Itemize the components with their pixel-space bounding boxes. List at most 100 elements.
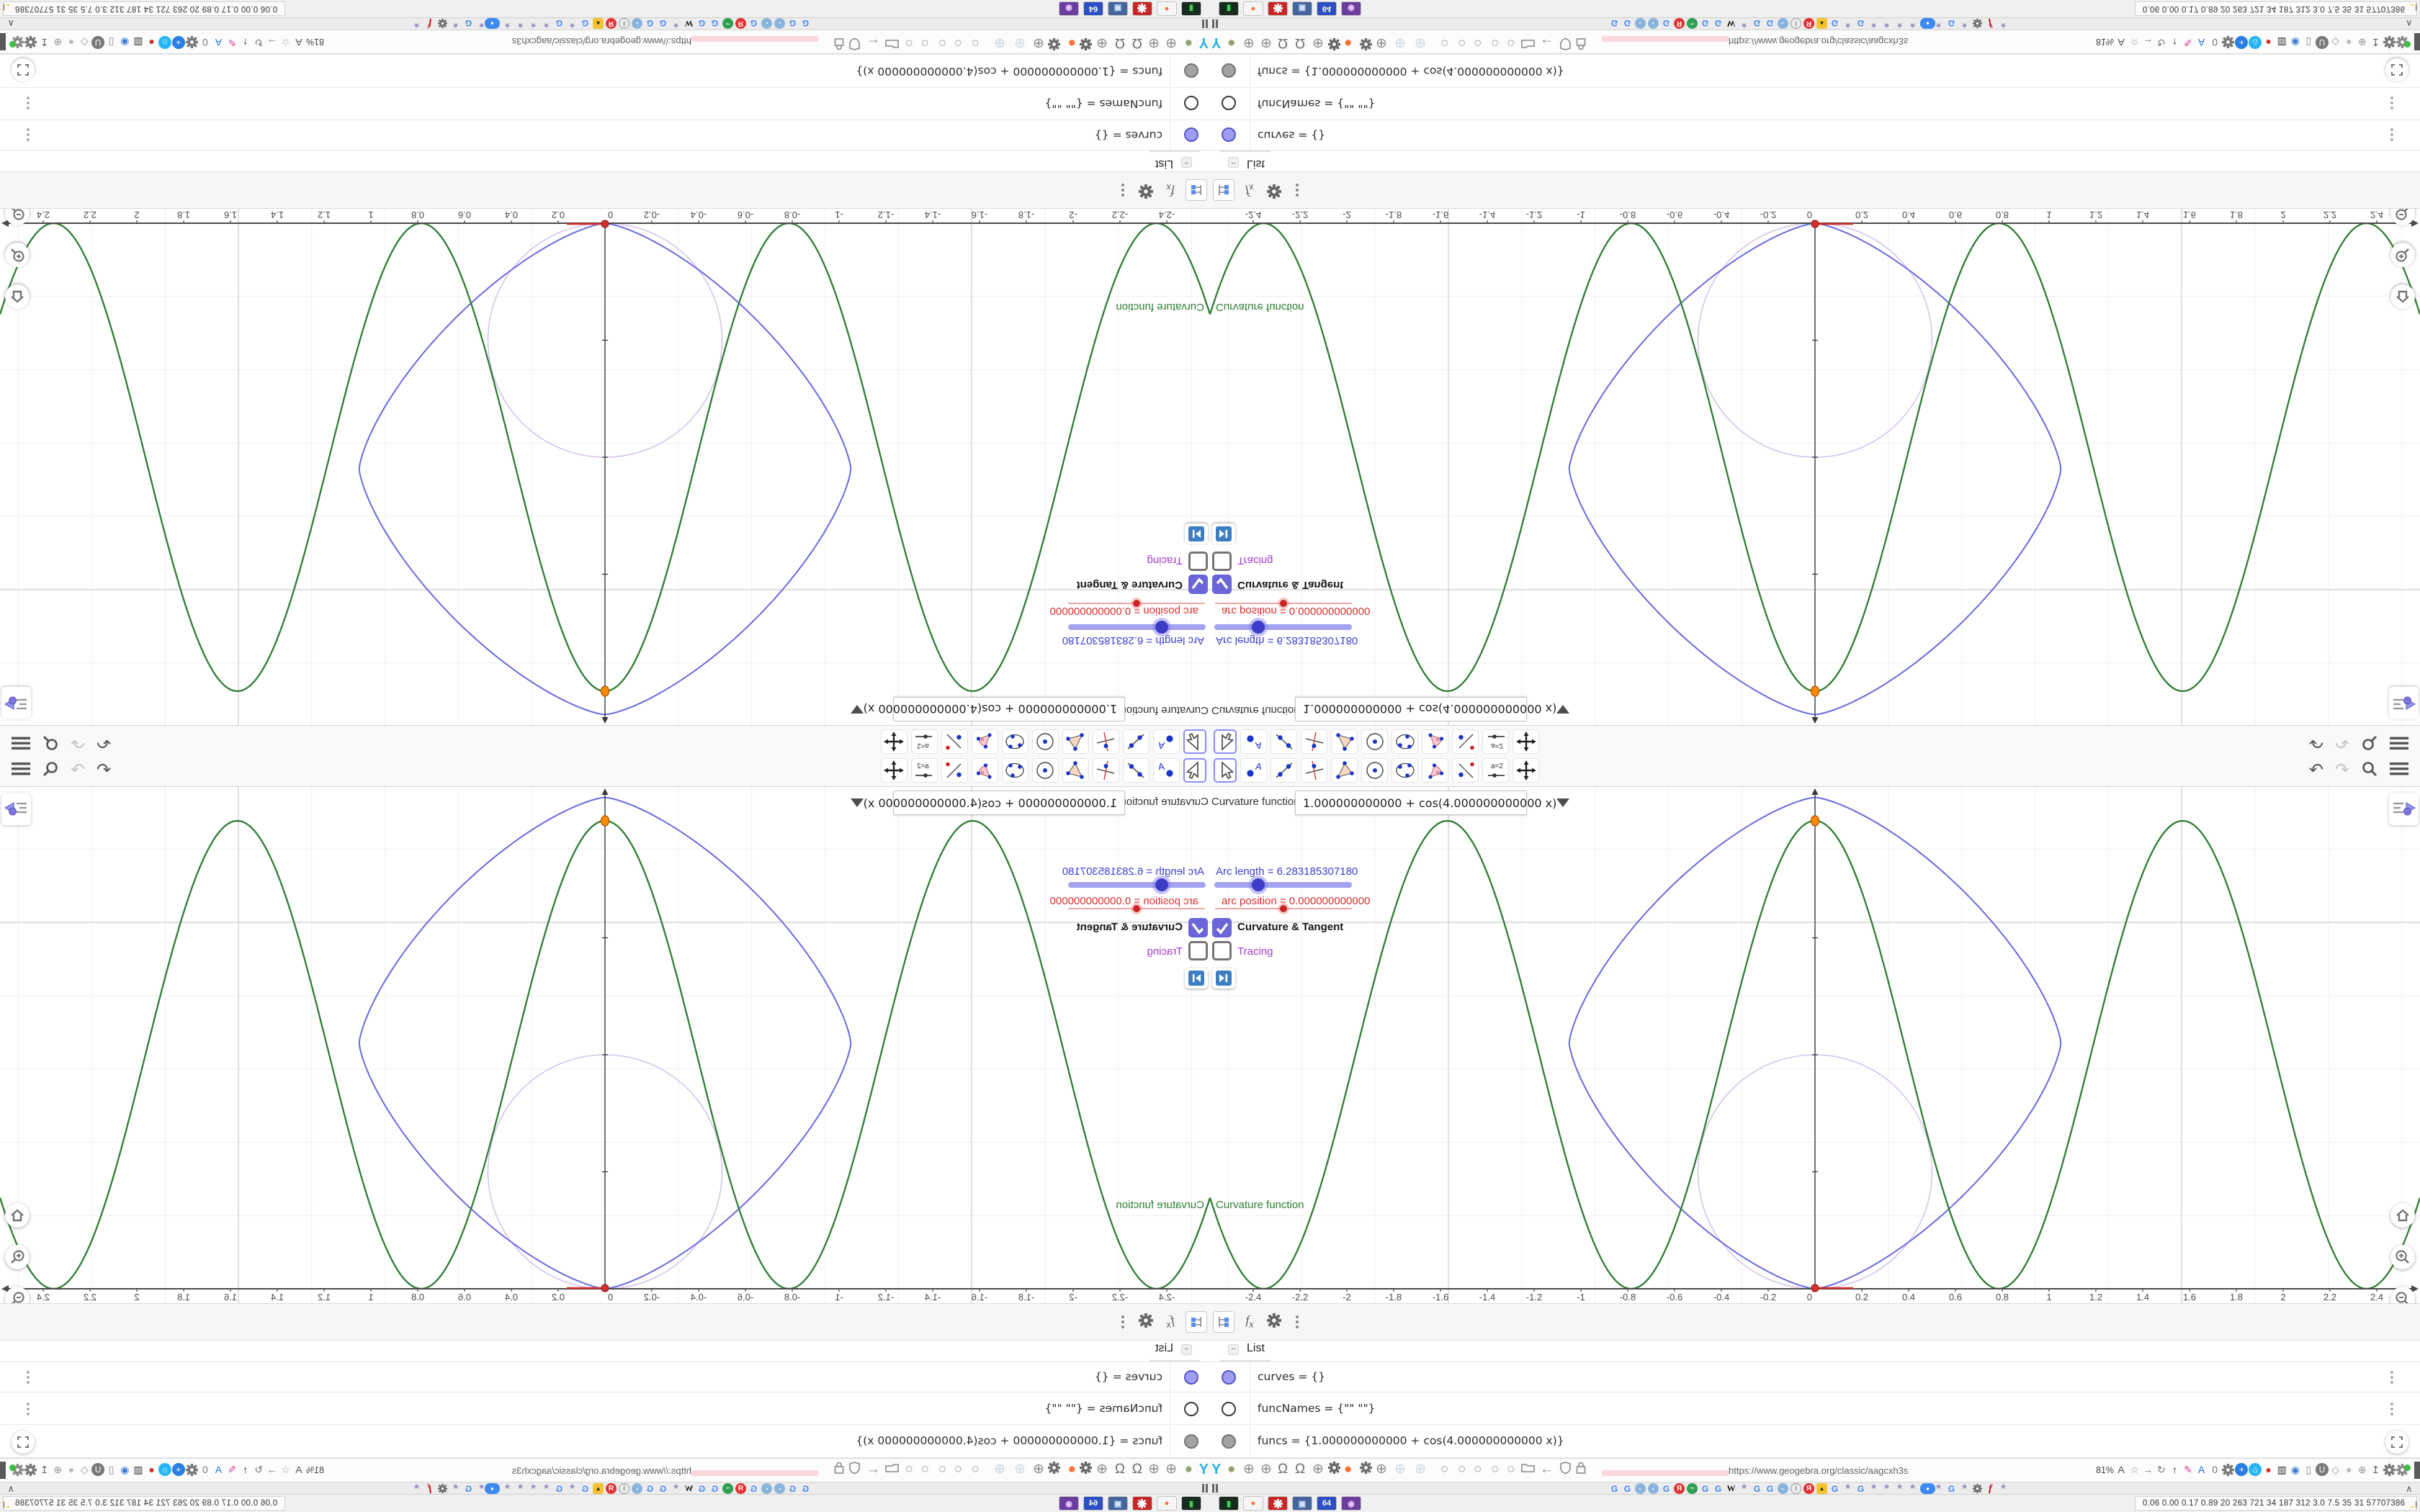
- tray-chevrons-icon[interactable]: [2138, 3, 2139, 14]
- visibility-toggle-circle[interactable]: [1222, 1434, 1236, 1449]
- extension-plus-blue-icon[interactable]: +: [2235, 36, 2249, 49]
- back-arrow-icon[interactable]: ←: [1540, 1462, 1554, 1477]
- tool-slider-button[interactable]: a=2: [1482, 729, 1509, 754]
- arc-position-slider[interactable]: [1215, 905, 1352, 912]
- tool-perpendicular-line-button[interactable]: [1093, 758, 1119, 783]
- browser-tab[interactable]: G: [1752, 1483, 1762, 1494]
- tool-move-view-button[interactable]: [1512, 729, 1539, 754]
- redo-icon[interactable]: ↷: [2335, 760, 2349, 780]
- kebab-menu-button[interactable]: [1112, 179, 1134, 201]
- row-kebab-icon[interactable]: [26, 125, 30, 143]
- globe-icon[interactable]: ⊕: [1376, 1462, 1387, 1477]
- browser-tab[interactable]: Я: [606, 1483, 617, 1494]
- settings-gear-button[interactable]: [1263, 179, 1285, 201]
- zoom-in-button[interactable]: [5, 243, 30, 267]
- tracing-checkbox[interactable]: [1188, 552, 1208, 571]
- tool-move-view-button[interactable]: [1512, 758, 1539, 783]
- dot-icon[interactable]: ○: [1440, 35, 1448, 50]
- algebra-row[interactable]: funcs = {1.000000000000 + cos(4.00000000…: [0, 54, 1210, 87]
- browser-tab[interactable]: G: [1700, 1483, 1711, 1494]
- extension-upload-icon[interactable]: ↑: [239, 1463, 252, 1476]
- extension-shield-gray-icon[interactable]: ◇: [78, 1463, 91, 1476]
- browser-tab[interactable]: *: [528, 17, 539, 31]
- folder-icon[interactable]: [885, 1462, 899, 1477]
- extension-globe-gray-icon[interactable]: ⊕: [51, 36, 64, 49]
- wrench-icon[interactable]: [1079, 34, 1093, 51]
- algebra-expression[interactable]: funcNames = {"" ""}: [1258, 98, 1375, 111]
- dot-icon[interactable]: ○: [938, 35, 946, 50]
- arc-position-slider[interactable]: [1215, 600, 1352, 607]
- gear-icon[interactable]: [1359, 1461, 1373, 1478]
- row-kebab-icon[interactable]: [2390, 1370, 2394, 1388]
- visibility-toggle-circle[interactable]: [1222, 1401, 1236, 1416]
- shield-icon[interactable]: [1560, 1462, 1571, 1478]
- extension-shield-gray-icon[interactable]: ◇: [78, 36, 91, 49]
- taskbar-firefox-button[interactable]: ●: [1157, 1496, 1177, 1511]
- fullscreen-button[interactable]: [12, 1431, 35, 1454]
- skip-next-button[interactable]: [1185, 968, 1208, 989]
- browser-tab-active[interactable]: ●: [485, 1483, 500, 1494]
- extension-globe-color-icon[interactable]: ◉: [2289, 36, 2302, 49]
- browser-tab[interactable]: [437, 18, 448, 29]
- browser-tab[interactable]: G: [658, 18, 668, 29]
- settings-gear-button[interactable]: [1263, 1311, 1285, 1333]
- browser-tab[interactable]: *: [411, 17, 422, 31]
- pause-icon[interactable]: [1201, 19, 1208, 28]
- browser-tab[interactable]: *: [1933, 17, 1944, 31]
- algebra-row[interactable]: funcNames = {"" ""}: [1210, 1392, 2420, 1425]
- browser-tab[interactable]: i: [619, 18, 629, 29]
- browser-tab[interactable]: Я: [1803, 1483, 1814, 1494]
- lock-icon[interactable]: [834, 1462, 844, 1478]
- algebra-row[interactable]: funcs = {1.000000000000 + cos(4.00000000…: [0, 1425, 1210, 1458]
- extension-uo-shield-icon[interactable]: U: [2316, 36, 2329, 49]
- extension-list-dark-icon[interactable]: ▥: [2275, 36, 2288, 49]
- browser-tab[interactable]: G: [554, 1483, 565, 1494]
- tool-circle-button[interactable]: [1361, 729, 1388, 754]
- nav-end-handle[interactable]: [2414, 33, 2420, 50]
- dot-icon[interactable]: ○: [1474, 35, 1482, 50]
- browser-tab[interactable]: G: [1946, 18, 1957, 29]
- browser-tab[interactable]: ·: [774, 1483, 785, 1494]
- graphics-view[interactable]: -2.4 -2.2 -2 -1.8 -1.6 -1.4 -1.2 -1 -0.8 -0.6 -0.4…: [1210, 787, 2420, 1311]
- extension-uo-shield-icon[interactable]: U: [2316, 1463, 2329, 1476]
- firefox-icon[interactable]: ●: [1068, 35, 1076, 50]
- tray-chevrons-icon[interactable]: [2138, 1498, 2139, 1509]
- extension-forward-icon[interactable]: →: [266, 1463, 279, 1476]
- browser-tab[interactable]: G: [1622, 1483, 1633, 1494]
- browser-tab[interactable]: W: [1726, 18, 1736, 29]
- fullscreen-button[interactable]: [2385, 1431, 2408, 1454]
- browser-tab[interactable]: W: [1726, 1483, 1736, 1494]
- extension-wrench-icon[interactable]: [24, 36, 37, 49]
- fx-button[interactable]: fx: [1160, 1311, 1181, 1333]
- tool-point-button[interactable]: A: [1240, 729, 1267, 754]
- browser-tab[interactable]: *: [567, 17, 578, 31]
- browser-tab-active[interactable]: ●: [485, 18, 500, 29]
- browser-tab[interactable]: G: [1661, 18, 1672, 29]
- browser-tab[interactable]: *: [541, 17, 552, 31]
- tracing-checkbox[interactable]: [1188, 941, 1208, 960]
- browser-tab[interactable]: f: [424, 1483, 435, 1494]
- tool-move-view-button[interactable]: [881, 758, 908, 783]
- browser-tab[interactable]: *: [1933, 1482, 1944, 1495]
- extension-reload-icon[interactable]: ↻: [252, 36, 265, 49]
- function-selector-dropdown[interactable]: 1.000000000000 + cos(4.000000000000 x): [1295, 791, 1570, 815]
- extension-translate-icon[interactable]: A: [2115, 1463, 2128, 1476]
- tracing-checkbox[interactable]: [1212, 552, 1232, 571]
- url-text[interactable]: https://www.geogebra.org/classic/aagcxh3…: [512, 1465, 691, 1476]
- browser-tab[interactable]: [437, 1483, 448, 1494]
- graphics-view[interactable]: -2.4 -2.2 -2 -1.8 -1.6 -1.4 -1.2 -1 -0.8 -0.6 -0.4…: [0, 787, 1210, 1311]
- headset-icon[interactable]: Ω: [1115, 1462, 1125, 1477]
- function-selector-dropdown[interactable]: 1.000000000000 + cos(4.000000000000 x): [850, 791, 1125, 815]
- tool-slider-button[interactable]: a=2: [911, 729, 938, 754]
- lock-icon[interactable]: [1576, 1462, 1586, 1478]
- browser-tab[interactable]: G: [645, 1483, 655, 1494]
- extension-translate-icon[interactable]: A: [292, 36, 305, 49]
- folder-icon[interactable]: [885, 35, 899, 50]
- taskbar-floppy-64-button[interactable]: 64: [1317, 1, 1337, 16]
- extension-pen-icon[interactable]: ✎: [2182, 1463, 2195, 1476]
- globe-icon[interactable]: ⊕: [1243, 1462, 1255, 1477]
- browser-tab[interactable]: G: [580, 18, 591, 29]
- headset-icon[interactable]: Ω: [1295, 35, 1305, 50]
- taskbar-settings-red-button[interactable]: [1132, 1, 1152, 16]
- extension-reload-icon[interactable]: ↻: [252, 1463, 265, 1476]
